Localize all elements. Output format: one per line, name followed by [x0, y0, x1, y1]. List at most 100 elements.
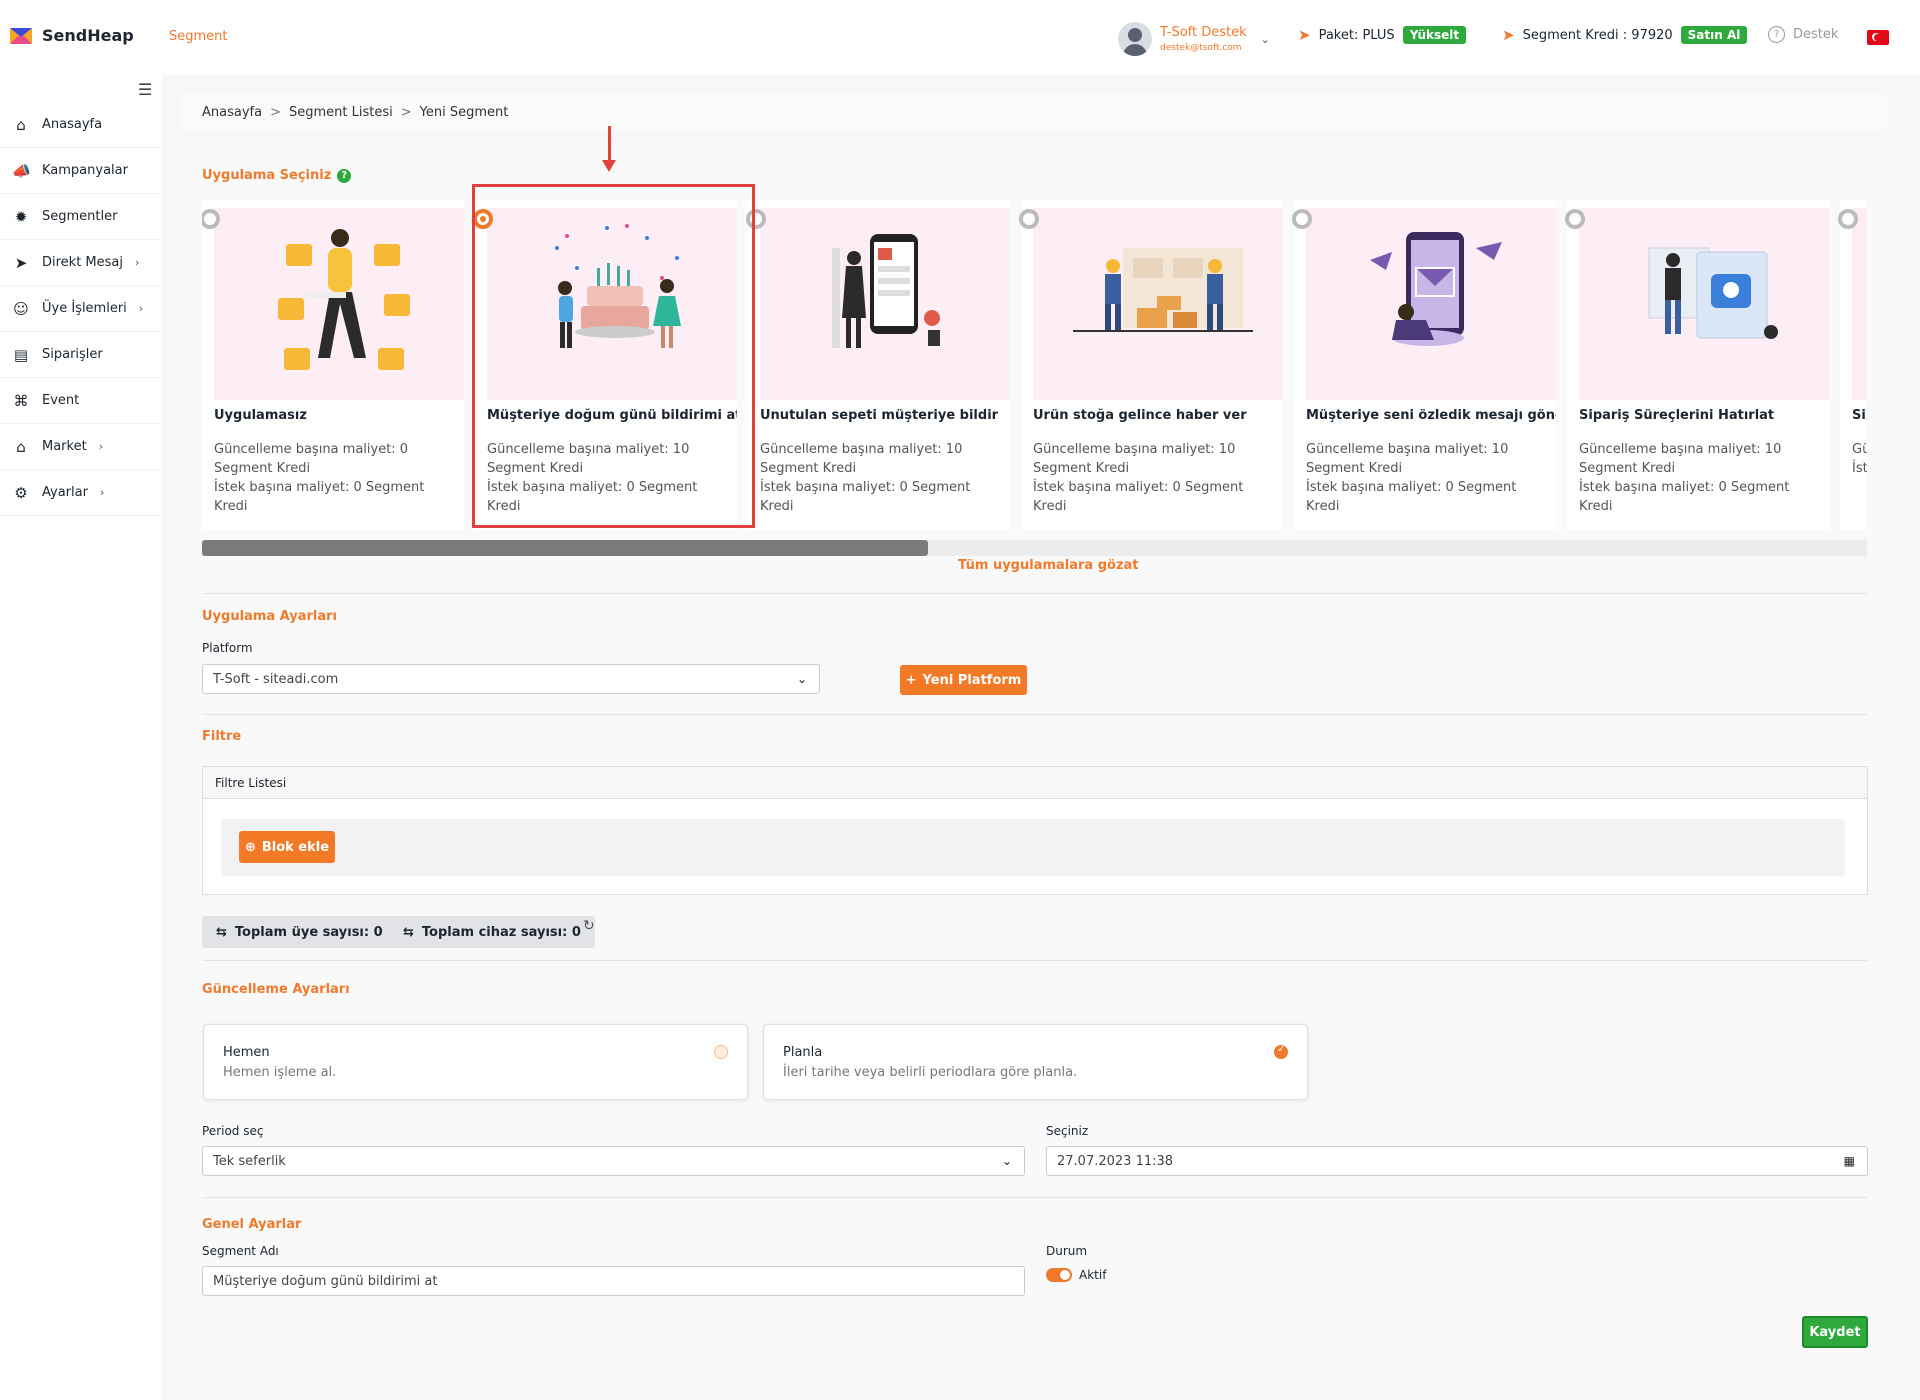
- segment-name-label: Segment Adı: [202, 1244, 279, 1258]
- help-question-icon[interactable]: ?: [337, 168, 352, 183]
- sidebar-item-segmentler[interactable]: ✹ Segmentler: [0, 194, 162, 240]
- platform-select[interactable]: T-Soft - siteadi.com ⌄: [202, 664, 820, 694]
- app-radio[interactable]: [1292, 209, 1312, 229]
- warehouse-workers-illustration: [1073, 248, 1253, 332]
- home-icon: ⌂: [16, 115, 26, 134]
- nodes-icon: ✹: [14, 207, 28, 226]
- brand-logo[interactable]: SendHeap: [10, 26, 134, 45]
- sidebar-item-market[interactable]: ⌂ Market ›: [0, 424, 162, 470]
- add-block-button[interactable]: ⊕ Blok ekle: [239, 831, 335, 863]
- breadcrumb-item[interactable]: Anasayfa: [202, 105, 262, 120]
- total-devices-button[interactable]: ⇆ Toplam cihaz sayısı: 0: [389, 916, 595, 948]
- option-description: Hemen işleme al.: [223, 1065, 337, 1080]
- phone-message-illustration: [1370, 232, 1502, 346]
- menu-collapse-icon[interactable]: ☰: [138, 80, 152, 99]
- chevron-down-icon: ⌄: [1260, 32, 1270, 46]
- gear-icon: ⚙: [14, 483, 28, 502]
- sidebar-item-direkt-mesaj[interactable]: ➤ Direkt Mesaj ›: [0, 240, 162, 286]
- app-card-selected[interactable]: Müşteriye doğum günü bildirimi at Güncel…: [473, 200, 737, 530]
- status-value: Aktif: [1079, 1268, 1107, 1282]
- megaphone-icon: 📣: [12, 161, 31, 180]
- filter-block-area: ⊕ Blok ekle: [221, 819, 1845, 876]
- app-description: Gü Kr İst: [1852, 440, 1867, 478]
- section-title-app-select: Uygulama Seçiniz?: [202, 168, 352, 183]
- section-title-filter: Filtre: [202, 729, 242, 744]
- app-illustration: [487, 208, 737, 400]
- option-radio-checked[interactable]: [1274, 1044, 1288, 1059]
- breadcrumb-separator: >: [400, 104, 412, 120]
- browse-all-apps-link[interactable]: Tüm uygulamalara gözat: [958, 558, 1139, 573]
- new-platform-button[interactable]: + Yeni Platform: [900, 665, 1027, 695]
- period-value: Tek seferlik: [213, 1153, 286, 1169]
- app-description: Güncelleme başına maliyet: 10 Segment Kr…: [487, 440, 732, 516]
- breadcrumb-item[interactable]: Segment Listesi: [289, 105, 393, 120]
- plus-icon: +: [905, 672, 917, 688]
- sidebar-nav: ⌂ Anasayfa 📣 Kampanyalar ✹ Segmentler ➤ …: [0, 102, 162, 516]
- credit-label: Segment Kredi : 97920: [1522, 27, 1673, 43]
- app-illustration: [760, 208, 1010, 400]
- request-cost: İstek başına maliyet: 0 Segment Kredi: [1033, 480, 1244, 514]
- app-description: Güncelleme başına maliyet: 10 Segment Kr…: [1033, 440, 1278, 516]
- request-cost: İstek başına maliyet: 0 Segment Kredi: [214, 480, 425, 514]
- app-radio[interactable]: [1838, 209, 1858, 229]
- platform-value: T-Soft - siteadi.com: [213, 671, 339, 687]
- app-root: SendHeap Segment T-Soft Destek destek@ts…: [0, 0, 1920, 1400]
- option-card-now[interactable]: Hemen Hemen işleme al.: [203, 1024, 748, 1100]
- upgrade-button[interactable]: Yükselt: [1402, 26, 1467, 44]
- sidebar-item-siparisler[interactable]: ▤ Siparişler: [0, 332, 162, 378]
- chevron-down-icon: ⌄: [796, 672, 807, 686]
- question-circle-icon: ?: [1768, 26, 1785, 43]
- user-menu[interactable]: T-Soft Destek destek@tsoft.com ⌄: [1108, 16, 1278, 62]
- app-title: Uygulamasız: [214, 408, 307, 423]
- carousel-scrollbar[interactable]: [202, 540, 1867, 556]
- buy-credit-button[interactable]: Satın Al: [1680, 26, 1748, 44]
- total-members-button[interactable]: ⇆ Toplam üye sayısı: 0: [202, 916, 397, 948]
- app-description: Güncelleme başına maliyet: 10 Segment Kr…: [760, 440, 1005, 516]
- app-illustration: [1852, 208, 1867, 400]
- package-info: ➤ Paket: PLUS Yükselt: [1298, 26, 1467, 44]
- sidebar-item-label: Market: [42, 439, 87, 454]
- sidebar-item-label: Segmentler: [42, 209, 118, 224]
- annotation-arrow: [602, 126, 616, 172]
- app-radio-selected[interactable]: [473, 209, 493, 229]
- chevron-right-icon: ›: [138, 302, 144, 315]
- scrollbar-thumb[interactable]: [202, 540, 928, 556]
- refresh-icon[interactable]: ↻: [583, 918, 595, 934]
- app-radio[interactable]: [1565, 209, 1585, 229]
- app-radio[interactable]: [1019, 209, 1039, 229]
- date-input[interactable]: 27.07.2023 11:38 ▦: [1046, 1146, 1868, 1176]
- option-title: Hemen: [223, 1045, 270, 1060]
- app-description: Güncelleme başına maliyet: 10 Segment Kr…: [1579, 440, 1824, 516]
- option-description: İleri tarihe veya belirli periodlara gör…: [783, 1065, 1078, 1080]
- sidebar-item-kampanyalar[interactable]: 📣 Kampanyalar: [0, 148, 162, 194]
- option-card-schedule[interactable]: Planla İleri tarihe veya belirli periodl…: [763, 1024, 1308, 1100]
- app-description: Güncelleme başına maliyet: 0 Segment Kre…: [214, 440, 459, 516]
- app-card-partial[interactable]: Sip Gü Kr İst: [1838, 200, 1867, 530]
- sidebar-item-ayarlar[interactable]: ⚙ Ayarlar ›: [0, 470, 162, 516]
- sidebar-item-event[interactable]: ⌘ Event: [0, 378, 162, 424]
- app-illustration: [214, 208, 464, 400]
- app-card[interactable]: Sipariş Süreçlerini Hatırlat Güncelleme …: [1565, 200, 1829, 530]
- app-illustration: [1033, 208, 1283, 400]
- support-link[interactable]: ? Destek: [1768, 26, 1838, 43]
- plus-circle-icon: ⊕: [244, 839, 256, 855]
- status-toggle[interactable]: [1046, 1268, 1072, 1282]
- calendar-icon[interactable]: ▦: [1844, 1154, 1855, 1168]
- option-radio[interactable]: [714, 1045, 728, 1059]
- sidebar-item-anasayfa[interactable]: ⌂ Anasayfa: [0, 102, 162, 148]
- app-card[interactable]: Unutulan sepeti müşteriye bildir Güncell…: [746, 200, 1010, 530]
- period-select[interactable]: Tek seferlik ⌄: [202, 1146, 1025, 1176]
- total-devices-label: Toplam cihaz sayısı: 0: [421, 924, 581, 940]
- segment-name-input[interactable]: Müşteriye doğum günü bildirimi at: [202, 1266, 1025, 1296]
- sidebar-item-uye-islemleri[interactable]: ☺ Üye İşlemleri ›: [0, 286, 162, 332]
- app-card[interactable]: Ürün stoğa gelince haber ver Güncelleme …: [1019, 200, 1283, 530]
- save-button[interactable]: Kaydet: [1802, 1316, 1868, 1348]
- app-radio[interactable]: [746, 209, 766, 229]
- turkey-flag-icon[interactable]: [1867, 30, 1889, 45]
- app-card[interactable]: Uygulamasız Güncelleme başına maliyet: 0…: [202, 200, 464, 530]
- top-header: SendHeap Segment T-Soft Destek destek@ts…: [0, 0, 1920, 75]
- app-card[interactable]: Müşteriye seni özledik mesajı gönder Gün…: [1292, 200, 1556, 530]
- update-cost: Güncelleme başına maliyet: 0 Segment Kre…: [214, 442, 409, 476]
- sidebar-item-label: Anasayfa: [42, 117, 103, 132]
- user-name: T-Soft Destek: [1160, 25, 1247, 40]
